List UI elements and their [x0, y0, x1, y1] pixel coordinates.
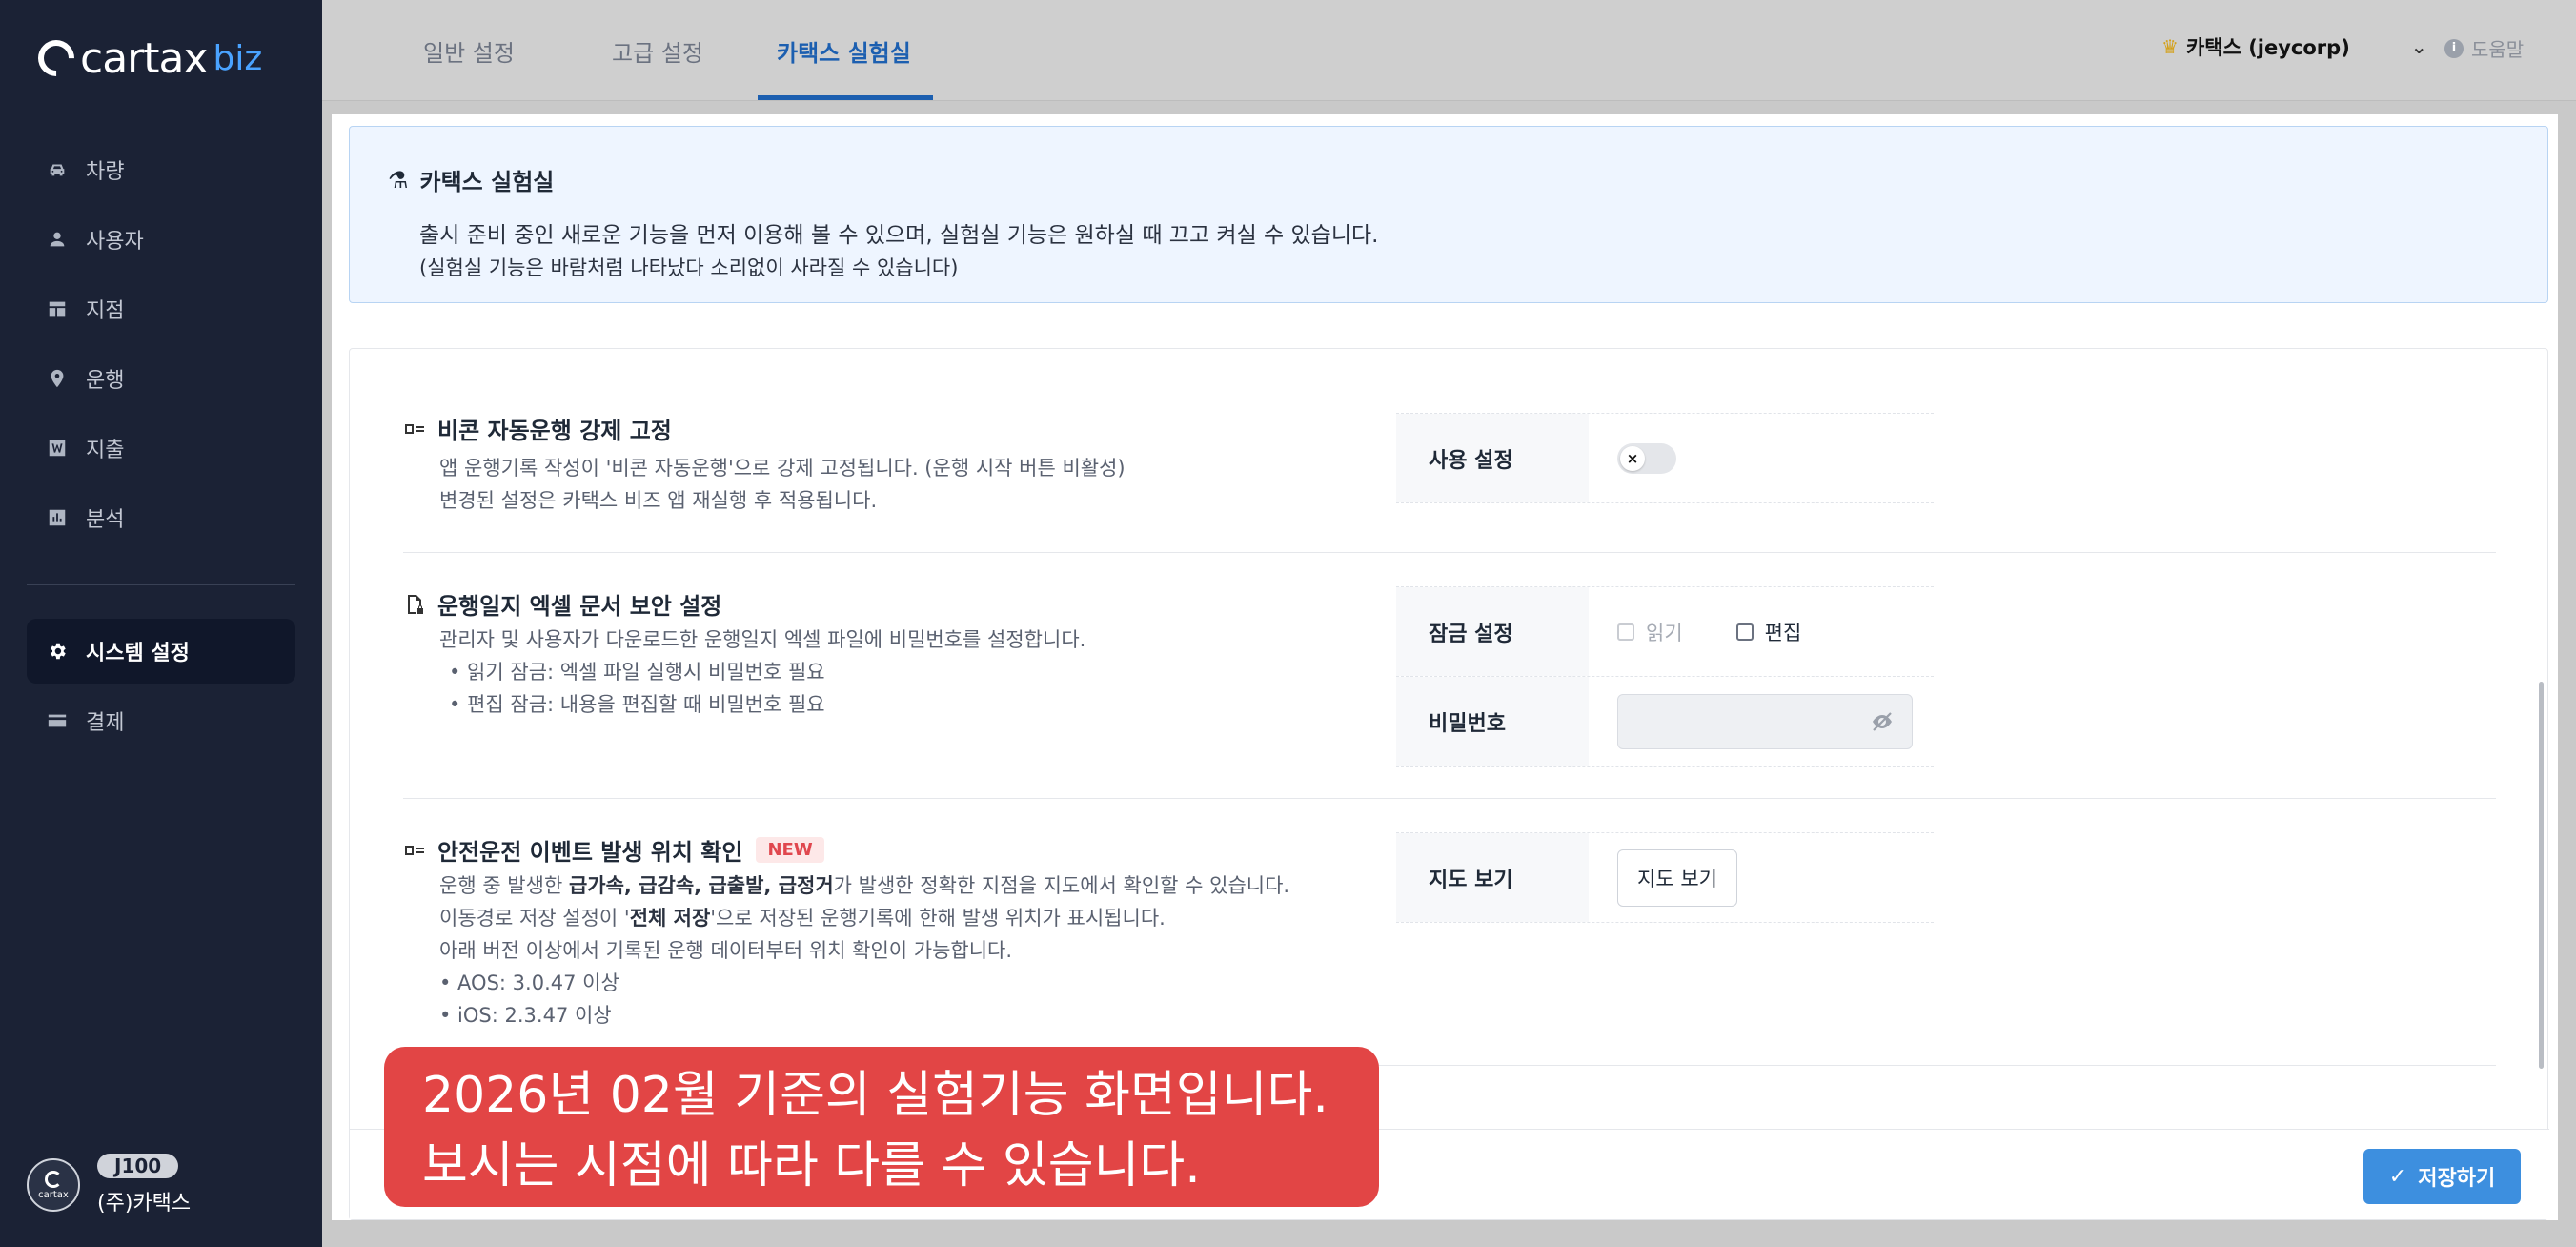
avatar-logo-icon [45, 1170, 62, 1188]
lock-setting-label: 잠금 설정 [1396, 587, 1589, 676]
edit-lock-checkbox[interactable]: 편집 [1735, 618, 1801, 646]
read-lock-checkbox[interactable]: 읽기 [1617, 618, 1683, 646]
sidebar-item-expense[interactable]: 지출 [27, 416, 295, 480]
help-link[interactable]: i 도움말 [2444, 34, 2524, 62]
logo-mark-icon [30, 32, 82, 84]
chart-icon [46, 506, 69, 529]
close-icon: × [1620, 445, 1645, 471]
setting-title: 비콘 자동운행 강제 고정 [403, 412, 672, 445]
eye-off-icon[interactable] [1870, 711, 1895, 732]
setting-controls: 사용 설정 × [1396, 413, 1934, 503]
beacon-icon [403, 418, 426, 440]
location-pin-icon [46, 367, 69, 390]
sidebar-item-label: 분석 [86, 508, 125, 532]
file-lock-icon [403, 593, 426, 616]
lab-description: 출시 준비 중인 새로운 기능을 먼저 이용해 볼 수 있으며, 실험실 기능은… [419, 223, 1379, 248]
sidebar-item-label: 운행 [86, 369, 125, 393]
password-label: 비밀번호 [1396, 677, 1589, 766]
branch-icon [46, 297, 69, 320]
lab-disclaimer: (실험실 기능은 바람처럼 나타났다 소리없이 사라질 수 있습니다) [419, 256, 959, 279]
card-icon [46, 709, 69, 732]
setting-row-beacon: 비콘 자동운행 강제 고정 앱 운행기록 작성이 '비콘 자동운행'으로 강제 … [403, 349, 2496, 553]
tab-general-settings[interactable]: 일반 설정 [423, 0, 515, 101]
password-input[interactable] [1617, 693, 1913, 749]
cartax-logo[interactable]: cartax biz [30, 32, 263, 84]
setting-row-excel-security: 운행일지 엑셀 문서 보안 설정 관리자 및 사용자가 다운로드한 운행일지 엑… [403, 553, 2496, 799]
info-icon: i [2444, 38, 2464, 58]
person-icon [46, 228, 69, 251]
user-info: J100 (주)카택스 [97, 1154, 191, 1216]
logo-suffix: biz [213, 38, 263, 78]
help-label: 도움말 [2471, 38, 2525, 61]
expense-icon [46, 437, 69, 460]
car-icon [46, 158, 69, 181]
chevron-down-icon: ⌄ [2410, 35, 2427, 58]
sidebar-item-label: 지출 [86, 439, 125, 462]
setting-description: 관리자 및 사용자가 다운로드한 운행일지 엑셀 파일에 비밀번호를 설정합니다… [439, 628, 1086, 716]
sidebar-item-drive[interactable]: 운행 [27, 346, 295, 411]
check-icon: ✓ [2388, 1164, 2407, 1189]
usage-setting-label: 사용 설정 [1396, 414, 1589, 502]
lab-info-box: ⚗ 카택스 실험실 출시 준비 중인 새로운 기능을 먼저 이용해 볼 수 있으… [349, 126, 2548, 303]
avatar-label: cartax [38, 1189, 69, 1200]
sidebar-item-analysis[interactable]: 분석 [27, 485, 295, 550]
company-name: (주)카택스 [97, 1192, 192, 1216]
sidebar-item-label: 지점 [86, 299, 125, 323]
sidebar-item-branch[interactable]: 지점 [27, 276, 295, 341]
active-tab-indicator [758, 95, 933, 100]
new-badge: NEW [756, 837, 824, 863]
beacon-icon [403, 839, 426, 862]
user-profile[interactable]: cartax J100 (주)카택스 [27, 1154, 191, 1216]
setting-row-safety-event: 안전운전 이벤트 발생 위치 확인 NEW 운행 중 발생한 급가속, 급감속,… [403, 799, 2496, 1066]
tab-cartax-lab[interactable]: 카택스 실험실 [777, 0, 911, 101]
sidebar-item-label: 시스템 설정 [86, 642, 190, 665]
lab-title-text: 카택스 실험실 [419, 169, 555, 195]
crown-icon: ♛ [2161, 35, 2179, 58]
notice-overlay: 2026년 02월 기준의 실험기능 화면입니다. 보시는 시점에 따라 다를 … [384, 1047, 1379, 1207]
setting-title: 안전운전 이벤트 발생 위치 확인 NEW [403, 833, 824, 867]
setting-controls: 지도 보기 지도 보기 [1396, 832, 1934, 923]
sidebar-item-label: 차량 [86, 160, 125, 184]
flask-icon: ⚗ [388, 166, 409, 194]
sidebar-divider [27, 584, 295, 585]
map-view-label: 지도 보기 [1396, 833, 1589, 922]
sidebar-item-vehicle[interactable]: 차량 [27, 137, 295, 202]
sidebar-nav: 차량 사용자 지점 운행 지출 분석 [27, 137, 295, 555]
sidebar-item-label: 사용자 [86, 230, 144, 254]
sidebar-item-payment[interactable]: 결제 [27, 688, 295, 753]
account-name: 카택스 (jeycorp) [2185, 36, 2350, 59]
save-button[interactable]: ✓ 저장하기 [2363, 1149, 2521, 1204]
beacon-toggle[interactable]: × [1617, 442, 1676, 474]
sidebar-nav-secondary: 시스템 설정 결제 [27, 619, 295, 758]
account-selector[interactable]: ♛ 카택스 (jeycorp) ⌄ [2161, 32, 2427, 61]
map-view-button[interactable]: 지도 보기 [1617, 848, 1737, 907]
gear-icon [46, 640, 69, 663]
logo-wordmark: cartax [80, 33, 208, 83]
lab-title: ⚗ 카택스 실험실 [388, 163, 554, 196]
sidebar-item-label: 결제 [86, 711, 125, 735]
avatar: cartax [27, 1158, 80, 1212]
sidebar-item-system-settings[interactable]: 시스템 설정 [27, 619, 295, 684]
plan-badge: J100 [97, 1154, 179, 1178]
sidebar-item-users[interactable]: 사용자 [27, 207, 295, 272]
tab-advanced-settings[interactable]: 고급 설정 [612, 0, 703, 101]
setting-title: 운행일지 엑셀 문서 보안 설정 [403, 587, 721, 621]
sidebar: cartax biz 차량 사용자 지점 운행 지출 분석 시스템 설정 결제 … [0, 0, 322, 1247]
setting-controls: 잠금 설정 읽기 편집 비밀번호 [1396, 586, 1934, 767]
setting-description: 운행 중 발생한 급가속, 급감속, 급출발, 급정거가 발생한 정확한 지점을… [439, 874, 1290, 1027]
scrollbar[interactable] [2539, 682, 2544, 1069]
setting-description: 앱 운행기록 작성이 '비콘 자동운행'으로 강제 고정됩니다. (운행 시작 … [439, 457, 1126, 512]
